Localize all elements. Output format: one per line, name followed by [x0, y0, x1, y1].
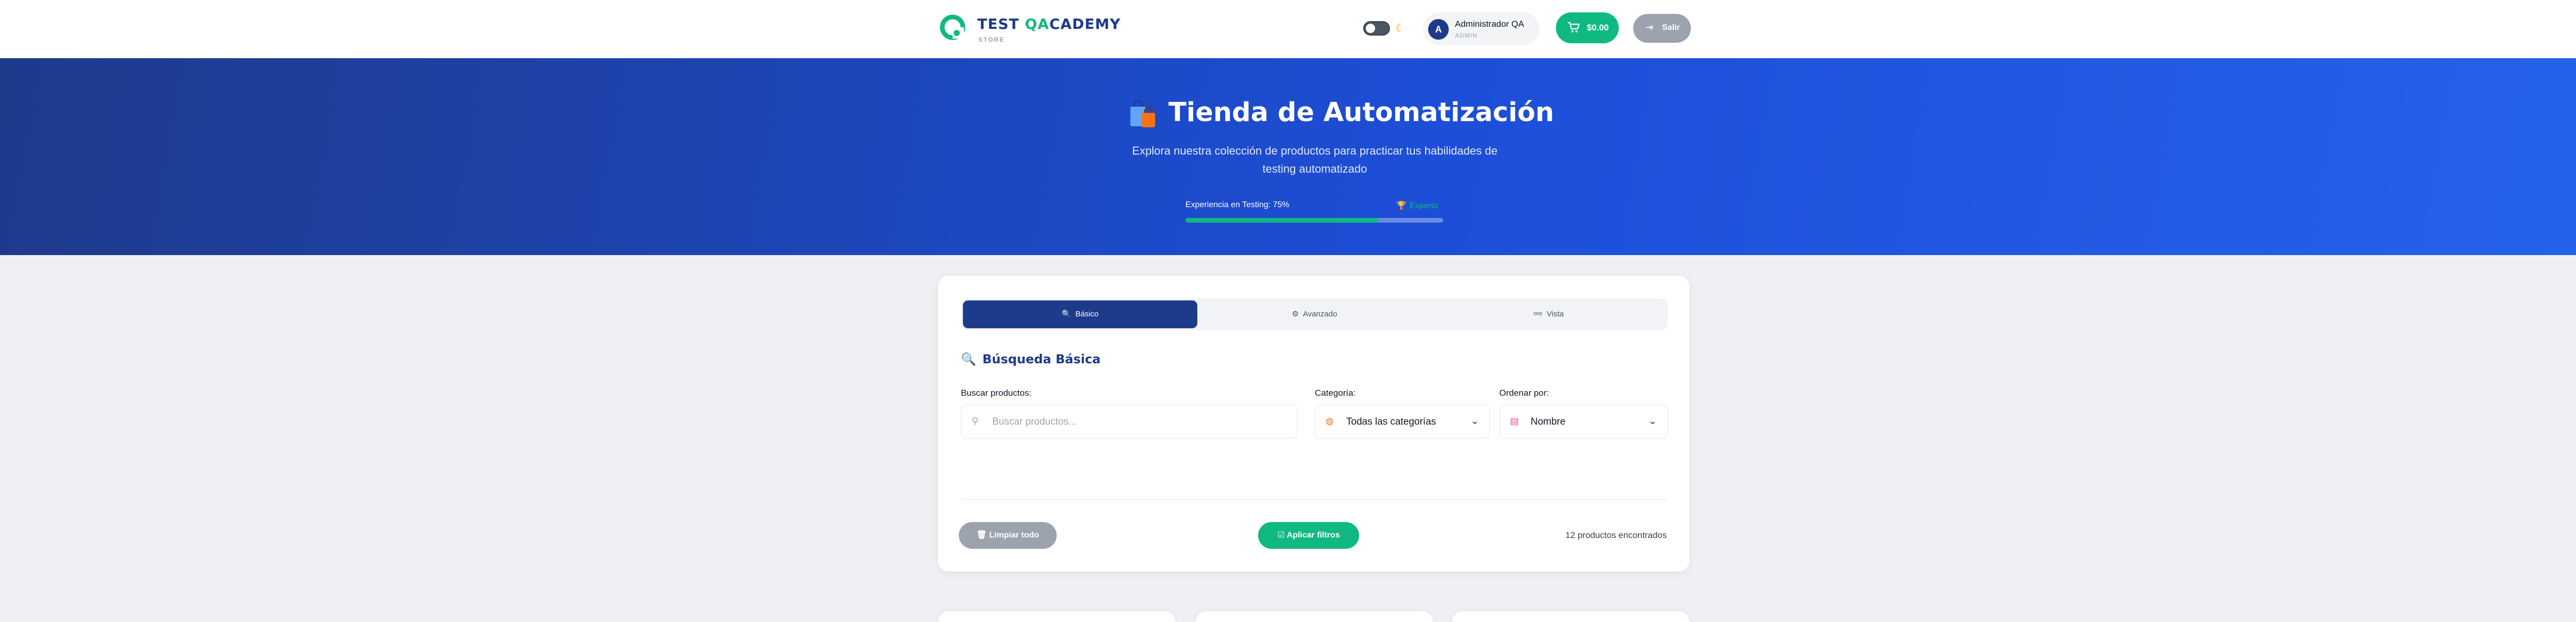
category-selected: Todas las categorías [1346, 416, 1436, 427]
shopping-bags-icon [1130, 100, 1155, 127]
brand-suffix: CADEMY [1049, 15, 1121, 32]
search-icon: 🔍 [1061, 310, 1072, 318]
view-icon: 👓 [1533, 310, 1543, 318]
search-icon: ⚲ [972, 416, 979, 426]
page-description: Explora nuestra colección de productos p… [1132, 144, 1498, 175]
tab-label: Avanzado [1303, 310, 1337, 318]
logout-label: Salir [1662, 23, 1680, 32]
experience-progress-bar [1185, 218, 1443, 223]
cart-total: $0.00 [1587, 23, 1609, 32]
brand-prefix: TEST [977, 15, 1025, 32]
level-badge-label: Experto [1409, 201, 1438, 210]
tab-label: Básico [1075, 310, 1099, 318]
section-title-text: Búsqueda Básica [982, 352, 1101, 366]
logout-icon: ⇥ [1646, 22, 1654, 32]
category-select[interactable]: ◍ Todas las categorías ⌄ [1315, 405, 1490, 439]
category-icon: ◍ [1326, 416, 1334, 426]
moon-icon: ☾ [1395, 22, 1405, 35]
results-count: 12 productos encontrados [1565, 530, 1667, 540]
user-name: Administrador QA [1455, 19, 1524, 29]
search-label: Buscar productos: [961, 388, 1032, 398]
clear-label: Limpiar todo [989, 531, 1039, 540]
cart-button[interactable]: $0.00 [1556, 12, 1619, 43]
category-label: Categoría: [1315, 388, 1356, 398]
sort-label: Ordenar por: [1499, 388, 1549, 398]
product-card[interactable] [1452, 611, 1689, 622]
section-title: 🔍 Búsqueda Básica [961, 352, 1100, 366]
apply-label: Aplicar filtros [1286, 531, 1340, 540]
user-menu[interactable]: A Administrador QA ADMIN [1423, 12, 1539, 45]
experience-label: Experiencia en Testing: 75% [1185, 200, 1290, 209]
search-icon: 🔍 [961, 352, 976, 366]
product-card[interactable] [1196, 611, 1433, 622]
tab-label: Vista [1547, 310, 1564, 318]
sort-select[interactable]: ▤ Nombre ⌄ [1499, 405, 1668, 439]
search-input[interactable]: Buscar productos... [992, 416, 1077, 428]
chevron-down-icon: ⌄ [1470, 415, 1479, 427]
experience-progress-fill [1185, 218, 1379, 223]
trash-icon: 🗑 [976, 531, 989, 540]
level-badge: 🏆 Experto [1396, 200, 1438, 211]
avatar: A [1428, 19, 1449, 40]
brand-subtitle: STORE [978, 36, 1005, 43]
filter-tabs: 🔍 Básico ⚙ Avanzado 👓 Vista [961, 298, 1668, 330]
filter-panel: 🔍 Básico ⚙ Avanzado 👓 Vista 🔍 Búsqueda Básic… [938, 276, 1689, 571]
hero-banner: Tienda de Automatización Explora nuestra… [0, 58, 2576, 255]
divider [961, 499, 1668, 500]
sort-icon: ▤ [1510, 416, 1519, 426]
brand-accent: QA [1025, 15, 1049, 32]
gear-icon: ⚙ [1292, 310, 1299, 318]
cart-icon [1567, 22, 1580, 36]
user-role: ADMIN [1455, 32, 1478, 39]
theme-toggle[interactable] [1363, 21, 1390, 36]
chevron-down-icon: ⌄ [1648, 415, 1657, 427]
logout-button[interactable]: ⇥ Salir [1633, 14, 1691, 43]
product-card[interactable] [938, 611, 1175, 622]
search-field[interactable]: ⚲ Buscar productos... [961, 405, 1298, 439]
tab-avanzado[interactable]: ⚙ Avanzado [1197, 300, 1432, 328]
sort-selected: Nombre [1531, 416, 1566, 427]
trophy-icon: 🏆 [1396, 201, 1406, 210]
logo-icon[interactable] [939, 13, 966, 41]
clear-all-button[interactable]: 🗑 Limpiar todo [959, 522, 1057, 549]
tab-vista[interactable]: 👓 Vista [1431, 300, 1666, 328]
tab-basico[interactable]: 🔍 Básico [963, 300, 1197, 328]
toggle-knob [1366, 24, 1375, 33]
top-navbar: TEST QACADEMY STORE ☾ A Administrador QA… [0, 0, 2576, 58]
check-icon: ☑ [1277, 531, 1287, 540]
apply-filters-button[interactable]: ☑ Aplicar filtros [1258, 522, 1359, 549]
brand-title[interactable]: TEST QACADEMY [977, 15, 1121, 32]
page-title: Tienda de Automatización [1168, 97, 1554, 128]
